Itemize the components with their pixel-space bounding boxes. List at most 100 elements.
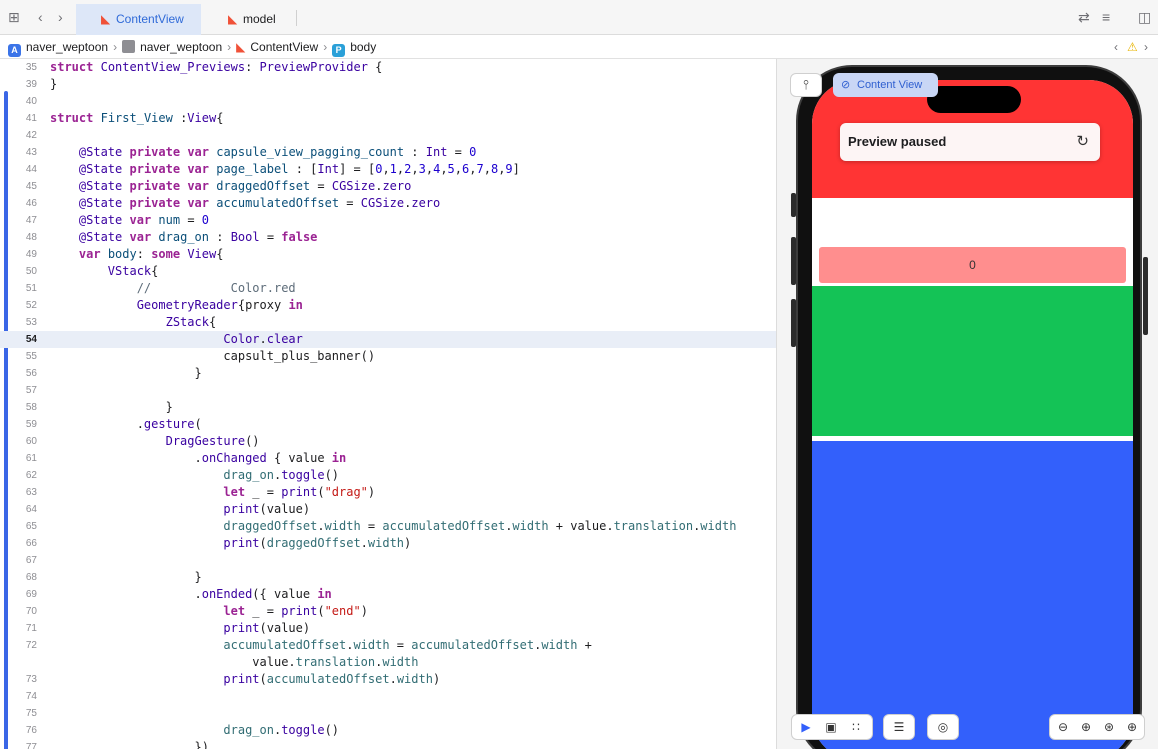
breadcrumb-file[interactable]: ContentView xyxy=(250,40,318,54)
code-line[interactable]: 66 print(draggedOffset.width) xyxy=(0,535,776,552)
inspector-icon[interactable]: ◫ xyxy=(1138,9,1151,25)
code-line[interactable]: 48 @State var drag_on : Bool = false xyxy=(0,229,776,246)
preview-check-icon: ⊘ xyxy=(841,79,851,91)
code-editor[interactable]: 35 struct ContentView_Previews: PreviewPr… xyxy=(0,59,776,749)
code-line[interactable]: 65 draggedOffset.width = accumulatedOffs… xyxy=(0,518,776,535)
device-button xyxy=(791,193,796,217)
code-line[interactable]: 61 .onChanged { value in xyxy=(0,450,776,467)
warning-icon[interactable]: ⚠ xyxy=(1127,39,1138,55)
capsule-banner[interactable]: 0 xyxy=(819,247,1126,283)
code-line[interactable]: 52 GeometryReader{proxy in xyxy=(0,297,776,314)
zoom-in-icon[interactable]: ⊕ xyxy=(1121,715,1143,739)
code-line[interactable]: 59 .gesture( xyxy=(0,416,776,433)
breadcrumb-symbol[interactable]: body xyxy=(350,40,376,54)
chevron-right-icon: › xyxy=(113,40,118,54)
code-line[interactable]: 64 print(value) xyxy=(0,501,776,518)
code-line[interactable]: 54 Color.clear xyxy=(0,331,776,348)
code-line[interactable]: 77 }) xyxy=(0,739,776,749)
code-text: drag_on.toggle() xyxy=(223,468,340,482)
code-line[interactable]: 74 xyxy=(0,688,776,705)
code-line[interactable]: 55 capsult_plus_banner() xyxy=(0,348,776,365)
code-line[interactable]: 60 DragGesture() xyxy=(0,433,776,450)
forward-icon[interactable]: › xyxy=(58,9,63,25)
code-line[interactable]: 70 let _ = print("end") xyxy=(0,603,776,620)
code-line[interactable]: 51 // Color.red xyxy=(0,280,776,297)
forward-icon[interactable]: › xyxy=(1144,39,1148,55)
code-line[interactable]: 41 struct First_View :View{ xyxy=(0,110,776,127)
green-area xyxy=(812,286,1133,436)
breadcrumb-folder[interactable]: naver_weptoon xyxy=(140,40,222,54)
code-line[interactable]: value.translation.width xyxy=(0,654,776,671)
device-screen: 0 xyxy=(812,80,1133,749)
variants-icon[interactable]: ∷ xyxy=(845,715,867,739)
code-line[interactable]: 56 } xyxy=(0,365,776,382)
back-icon[interactable]: ‹ xyxy=(1114,39,1118,55)
code-text: @State var num = 0 xyxy=(78,213,210,227)
tab-contentview[interactable]: ◣ ContentView xyxy=(76,4,201,35)
code-line[interactable]: 44 @State private var page_label : [Int]… xyxy=(0,161,776,178)
line-number: 64 xyxy=(25,504,37,515)
lines-icon[interactable]: ≡ xyxy=(1102,9,1110,25)
code-line[interactable]: 47 @State var num = 0 xyxy=(0,212,776,229)
line-number: 75 xyxy=(25,708,37,719)
code-line[interactable]: 57 xyxy=(0,382,776,399)
line-number: 55 xyxy=(25,351,37,362)
code-line[interactable]: 72 accumulatedOffset.width = accumulated… xyxy=(0,637,776,654)
accessibility-icon[interactable]: ◎ xyxy=(932,715,954,739)
code-line[interactable]: 76 drag_on.toggle() xyxy=(0,722,776,739)
code-line[interactable]: 73 print(accumulatedOffset.width) xyxy=(0,671,776,688)
code-text: } xyxy=(50,77,58,91)
code-line[interactable]: 45 @State private var draggedOffset = CG… xyxy=(0,178,776,195)
accessibility-group: ◎ xyxy=(927,714,959,740)
code-line[interactable]: 63 let _ = print("drag") xyxy=(0,484,776,501)
swap-icon[interactable]: ⇄ xyxy=(1078,9,1090,25)
code-line[interactable]: 68 } xyxy=(0,569,776,586)
code-text: Color.clear xyxy=(223,332,303,346)
code-line[interactable]: 69 .onEnded({ value in xyxy=(0,586,776,603)
swift-icon: ◣ xyxy=(236,40,246,54)
code-line[interactable]: 58 } xyxy=(0,399,776,416)
line-number: 76 xyxy=(25,725,37,736)
zoom-out-icon[interactable]: ⊖ xyxy=(1052,715,1074,739)
line-number: 39 xyxy=(25,79,37,90)
back-icon[interactable]: ‹ xyxy=(38,9,43,25)
selectable-icon[interactable]: ▣ xyxy=(820,715,842,739)
refresh-icon[interactable]: ↻ xyxy=(1076,123,1089,161)
code-line[interactable]: 39} xyxy=(0,76,776,93)
code-line[interactable]: 46 @State private var accumulatedOffset … xyxy=(0,195,776,212)
code-line[interactable]: 40 xyxy=(0,93,776,110)
jump-bar: Anaver_weptoon › naver_weptoon › ◣ ContentVie… xyxy=(0,35,1158,59)
preview-paused-text: Preview paused xyxy=(848,134,947,149)
tab-bar: ⊞ ‹ › ◣ ContentView ◣ model ⇄ ≡ ◫ xyxy=(0,0,1158,35)
code-line[interactable]: 35 struct ContentView_Previews: PreviewPr… xyxy=(0,59,776,76)
tab-divider xyxy=(296,10,297,26)
pin-button[interactable]: ⫯ xyxy=(790,73,822,97)
zoom-actual-icon[interactable]: ⊕ xyxy=(1075,715,1097,739)
app-icon: A xyxy=(8,44,21,57)
code-text: } xyxy=(50,366,202,380)
device-settings-icon[interactable]: ☰ xyxy=(888,715,910,739)
code-line[interactable]: 62 drag_on.toggle() xyxy=(0,467,776,484)
code-line[interactable]: 49 var body: some View{ xyxy=(0,246,776,263)
line-number: 50 xyxy=(25,266,37,277)
line-number: 46 xyxy=(25,198,37,209)
code-line[interactable]: 42 xyxy=(0,127,776,144)
preview-name-chip[interactable]: ⊘ Content View xyxy=(833,73,938,97)
tab-model[interactable]: ◣ model xyxy=(203,4,295,35)
zoom-fit-icon[interactable]: ⊛ xyxy=(1098,715,1120,739)
code-text: .onChanged { value in xyxy=(50,451,347,465)
preview-name: Content View xyxy=(857,79,923,91)
code-line[interactable]: 75 xyxy=(0,705,776,722)
code-line[interactable]: 50 VStack{ xyxy=(0,263,776,280)
live-icon[interactable]: ▶ xyxy=(795,715,817,739)
code-text: struct First_View :View{ xyxy=(50,111,224,125)
preview-paused-banner: Preview paused ↻ xyxy=(840,123,1100,161)
code-line[interactable]: 53 ZStack{ xyxy=(0,314,776,331)
line-number: 68 xyxy=(25,572,37,583)
code-line[interactable]: 67 xyxy=(0,552,776,569)
line-number: 74 xyxy=(25,691,37,702)
breadcrumb-project[interactable]: naver_weptoon xyxy=(26,40,108,54)
code-line[interactable]: 71 print(value) xyxy=(0,620,776,637)
code-line[interactable]: 43 @State private var capsule_view_paggi… xyxy=(0,144,776,161)
grid-icon[interactable]: ⊞ xyxy=(8,9,20,25)
